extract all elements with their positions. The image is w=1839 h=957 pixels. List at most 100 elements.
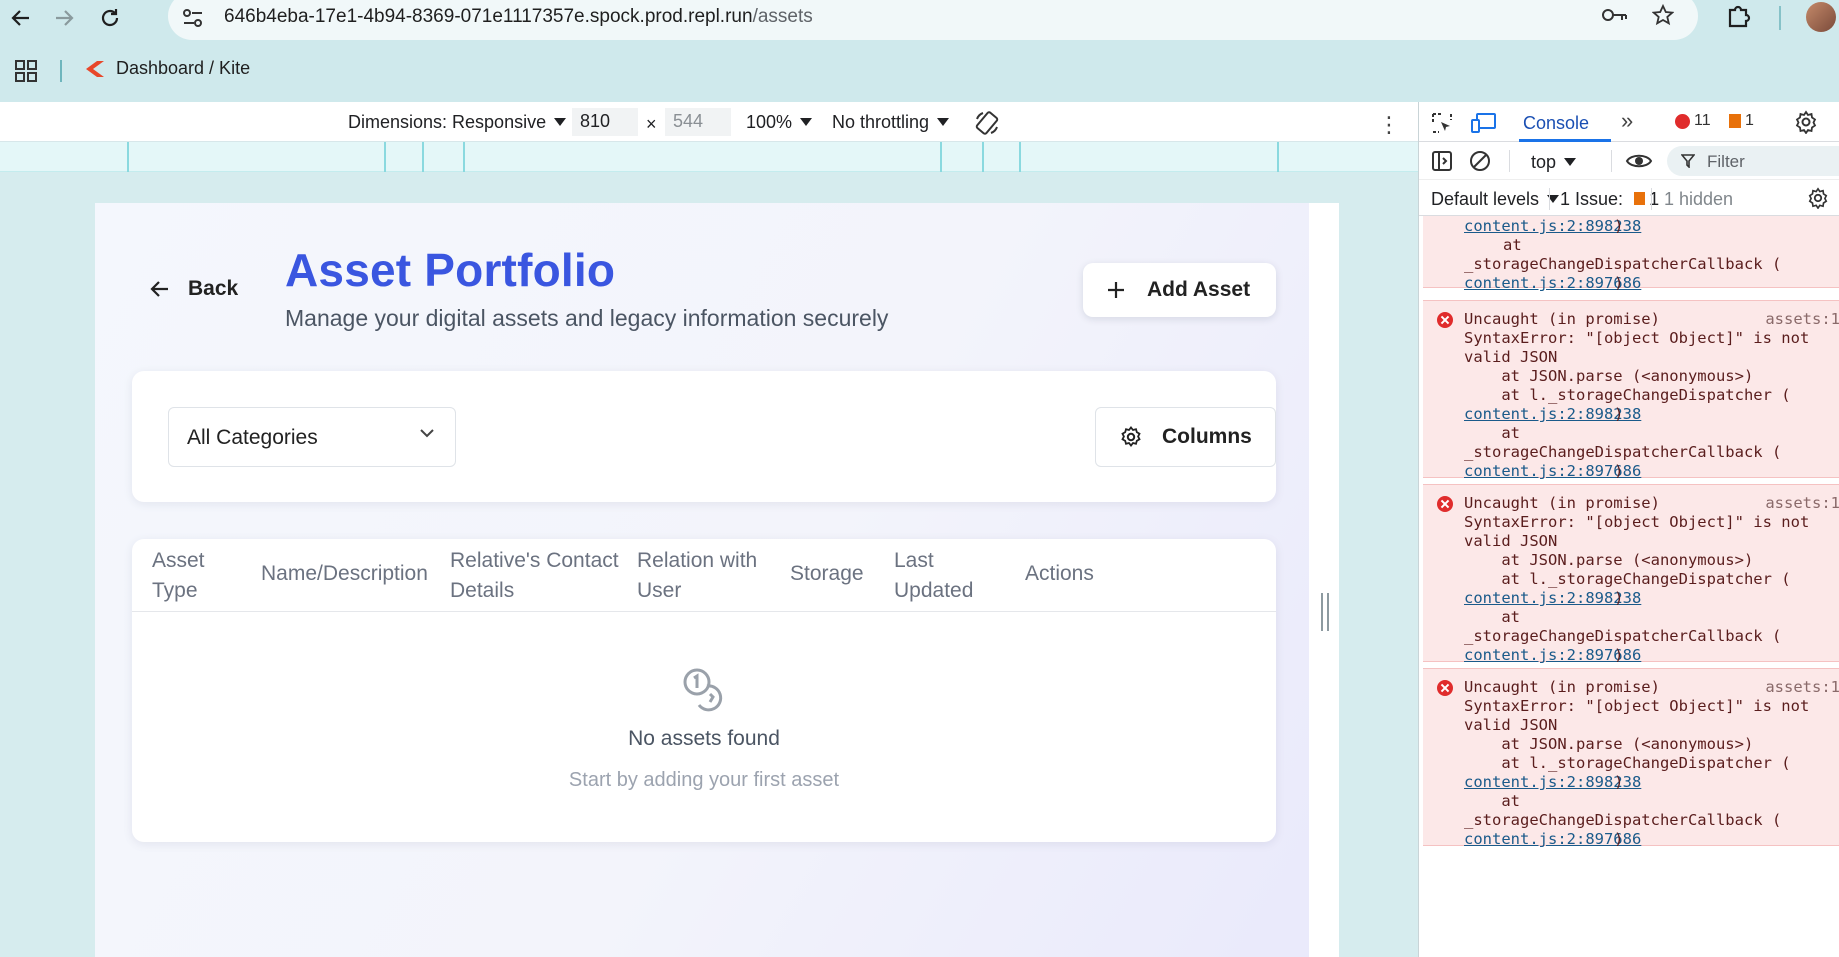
console-error-entry[interactable]: Uncaught (in promise) assets:1 SyntaxErr… (1423, 300, 1839, 480)
column-header-relation-with-user[interactable]: Relation with User (637, 546, 757, 606)
devtools-more-icon[interactable]: ⋮ (1831, 108, 1839, 134)
filter-card: All Categories Columns (132, 371, 1276, 502)
console-settings-gear-icon[interactable] (1807, 187, 1829, 214)
reload-icon[interactable] (94, 2, 126, 34)
width-input[interactable]: 810 (572, 108, 638, 136)
columns-button[interactable]: Columns (1095, 407, 1276, 467)
issues-label: 1 Issue: (1560, 189, 1624, 209)
context-selector[interactable]: top (1531, 152, 1577, 173)
live-expression-eye-icon[interactable] (1625, 150, 1653, 177)
issues-link[interactable]: 1 Issue: 1 (1560, 189, 1659, 210)
column-header-storage[interactable]: Storage (790, 559, 864, 589)
empty-state-subtitle: Start by adding your first asset (568, 769, 840, 791)
dimensions-dropdown[interactable]: Dimensions: Responsive (348, 112, 567, 133)
levels-label: Default levels (1431, 189, 1540, 209)
devtools-panel: Console » 11 1 ⋮ top Filter (1418, 102, 1839, 957)
error-source-link[interactable]: assets:1 (1765, 678, 1839, 697)
bookmark-dashboard-kite[interactable]: Dashboard / Kite (84, 58, 250, 79)
address-bar[interactable]: 646b4eba-17e1-4b94-8369-071e1117357e.spo… (168, 0, 1698, 40)
toolbar-divider (1779, 6, 1781, 30)
throttling-dropdown[interactable]: No throttling (832, 112, 950, 133)
bookmarks-bar: Dashboard / Kite (0, 52, 1839, 92)
error-heading: Uncaught (in promise) (1464, 310, 1660, 328)
assets-table: Asset Type Name/Description Relative's Co… (132, 539, 1276, 842)
empty-state-title: No assets found (628, 727, 780, 750)
sidebar-toggle-icon[interactable] (1431, 150, 1453, 177)
stack-line: at JSON.parse (<anonymous>) (1464, 735, 1754, 753)
error-source-link[interactable]: assets:1 (1765, 310, 1839, 329)
more-tabs-icon[interactable]: » (1621, 108, 1633, 134)
column-header-name-description[interactable]: Name/Description (261, 559, 428, 589)
back-arrow-icon[interactable] (5, 2, 37, 34)
stack-line: at (1503, 236, 1522, 254)
plus-icon (1108, 282, 1124, 298)
clear-console-icon[interactable] (1469, 150, 1491, 177)
column-header-relative-contact[interactable]: Relative's Contact Details (450, 546, 619, 606)
bookmarks-divider (60, 60, 62, 82)
rotate-icon[interactable] (974, 110, 1000, 141)
zoom-dropdown[interactable]: 100% (746, 112, 813, 133)
stack-line: at (1464, 608, 1520, 626)
throttling-label: No throttling (832, 112, 930, 132)
stack-line: at (1464, 424, 1520, 442)
url-text[interactable]: 646b4eba-17e1-4b94-8369-071e1117357e.spo… (224, 6, 813, 28)
kite-logo-icon (86, 60, 104, 77)
device-toggle-icon[interactable] (1471, 112, 1497, 139)
zoom-label: 100% (746, 112, 793, 132)
hidden-count: 1 hidden (1664, 189, 1734, 209)
stack-line: _storageChangeDispatcherCallback ( (1464, 255, 1782, 273)
stack-line: at (1464, 792, 1520, 810)
back-button[interactable]: Back (150, 277, 238, 301)
error-icon (1437, 680, 1453, 696)
settings-gear-icon[interactable] (1794, 110, 1818, 139)
log-levels-dropdown[interactable]: Default levels (1431, 189, 1560, 210)
extensions-puzzle-icon[interactable] (1726, 2, 1752, 33)
console-error-entry-partial: content.js:2:898238) at _storageChangeDi… (1423, 216, 1839, 292)
filter-placeholder: Filter (1707, 152, 1745, 171)
asset-portfolio-page: Back Asset Portfolio Manage your digital… (95, 203, 1339, 957)
url-path: /assets (752, 6, 813, 27)
tab-console[interactable]: Console (1523, 113, 1589, 134)
caret-down-icon (1564, 158, 1577, 166)
error-message: valid JSON (1464, 348, 1558, 366)
warning-count-badge[interactable]: 1 (1729, 112, 1754, 130)
error-count-badge[interactable]: 11 (1675, 112, 1711, 130)
error-source-link[interactable]: assets:1 (1765, 494, 1839, 513)
site-settings-icon[interactable] (182, 8, 204, 33)
arrow-left-icon (150, 281, 168, 297)
category-select[interactable]: All Categories (168, 407, 456, 467)
viewport-resize-handle[interactable] (1321, 593, 1329, 631)
console-error-entry[interactable]: Uncaught (in promise) assets:1 SyntaxErr… (1423, 668, 1839, 848)
apps-grid-icon[interactable] (15, 60, 37, 87)
add-asset-button[interactable]: Add Asset (1083, 263, 1276, 317)
error-count: 11 (1694, 112, 1711, 129)
inspect-element-icon[interactable] (1431, 112, 1453, 139)
height-input[interactable]: 544 (665, 108, 731, 136)
warning-flag-icon (1729, 114, 1741, 128)
password-key-icon[interactable] (1602, 6, 1628, 29)
category-select-value: All Categories (187, 426, 318, 449)
column-header-asset-type[interactable]: Asset Type (152, 546, 205, 606)
page-title: Asset Portfolio (285, 244, 616, 296)
media-query-ruler[interactable] (0, 142, 1418, 172)
bookmark-star-icon[interactable] (1651, 3, 1675, 31)
forward-arrow-icon[interactable] (48, 2, 80, 34)
coins-icon (683, 668, 723, 712)
filter-funnel-icon (1681, 154, 1695, 168)
error-message: SyntaxError: "[object Object]" is not (1464, 513, 1810, 531)
stack-line: at JSON.parse (<anonymous>) (1464, 367, 1754, 385)
caret-down-icon (554, 118, 567, 126)
console-toolbar: top Filter (1419, 142, 1839, 180)
stack-line: _storageChangeDispatcherCallback ( (1464, 443, 1782, 461)
column-header-last-updated[interactable]: Last Updated (894, 546, 973, 606)
device-toolbar: Dimensions: Responsive 810 × 544 100% No… (0, 102, 1418, 142)
console-error-entry[interactable]: Uncaught (in promise) assets:1 SyntaxErr… (1423, 484, 1839, 664)
profile-avatar[interactable] (1806, 2, 1836, 32)
device-more-options-icon[interactable]: ⋮ (1378, 112, 1400, 138)
gear-icon (1121, 426, 1141, 447)
column-header-actions[interactable]: Actions (1025, 559, 1094, 589)
console-log: content.js:2:898238) at _storageChangeDi… (1419, 216, 1839, 957)
console-filter-input[interactable]: Filter (1667, 146, 1839, 176)
error-message: SyntaxError: "[object Object]" is not (1464, 329, 1810, 347)
devtools-tab-bar: Console » 11 1 ⋮ (1419, 102, 1839, 142)
